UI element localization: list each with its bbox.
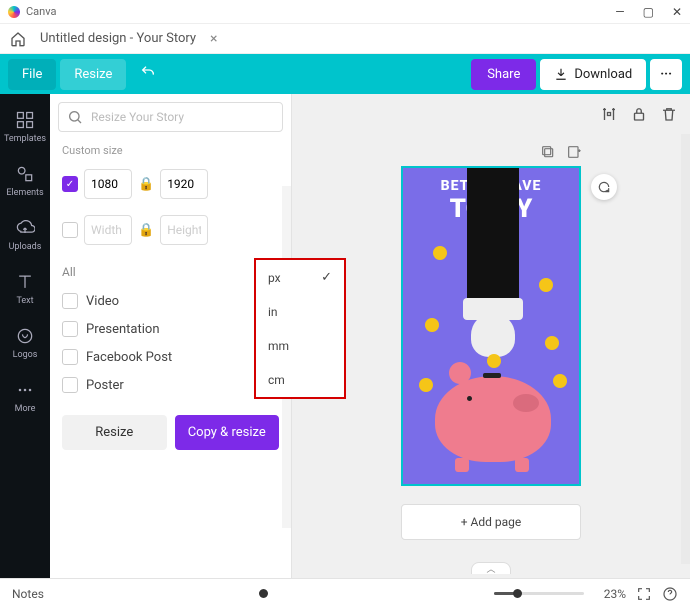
zoom-slider[interactable] bbox=[494, 592, 584, 595]
unit-dropdown[interactable]: px in mm cm bbox=[254, 258, 346, 399]
dimension-checkbox-2[interactable] bbox=[62, 222, 78, 238]
templates-icon bbox=[15, 110, 35, 130]
status-footer: Notes 23% bbox=[0, 578, 690, 608]
resize-menu-button[interactable]: Resize bbox=[60, 59, 126, 90]
unit-option-mm[interactable]: mm bbox=[256, 329, 344, 363]
width-input-1[interactable] bbox=[84, 169, 132, 199]
more-menu-button[interactable]: ··· bbox=[650, 59, 682, 90]
height-input-2[interactable] bbox=[160, 215, 208, 245]
window-titlebar: Canva — ▢ ✕ bbox=[0, 0, 690, 24]
lock-aspect-icon-2[interactable]: 🔒 bbox=[138, 223, 154, 238]
filter-video[interactable]: Video bbox=[62, 287, 279, 315]
artboard-page-1[interactable]: BETTER SAVE TODAY bbox=[401, 166, 581, 486]
add-page-icon[interactable] bbox=[566, 144, 582, 160]
filter-facebook-post[interactable]: Facebook Post bbox=[62, 343, 279, 371]
design-coin bbox=[425, 318, 439, 332]
search-icon bbox=[67, 109, 83, 125]
resize-panel: Custom size ✓ 🔒 🔒 All Video Presentation… bbox=[50, 94, 292, 578]
fullscreen-icon[interactable] bbox=[636, 586, 652, 602]
document-title[interactable]: Untitled design - Your Story bbox=[40, 31, 196, 46]
rail-uploads[interactable]: Uploads bbox=[0, 210, 50, 260]
custom-size-label: Custom size bbox=[50, 140, 291, 161]
window-maximize-button[interactable]: ▢ bbox=[643, 5, 654, 19]
text-icon bbox=[15, 272, 35, 292]
design-coin bbox=[545, 336, 559, 350]
design-coin bbox=[539, 278, 553, 292]
add-page-button[interactable]: + Add page bbox=[401, 504, 581, 540]
resize-search-input[interactable] bbox=[91, 110, 274, 124]
resize-action-button[interactable]: Resize bbox=[62, 415, 167, 450]
pages-tray-toggle[interactable]: ︿ bbox=[471, 562, 511, 574]
zoom-value: 23% bbox=[604, 587, 626, 601]
rail-more[interactable]: More bbox=[0, 372, 50, 422]
window-minimize-button[interactable]: — bbox=[615, 5, 624, 19]
dimension-row-1: ✓ 🔒 bbox=[50, 161, 291, 207]
effects-icon[interactable] bbox=[600, 105, 618, 123]
unit-option-px[interactable]: px bbox=[256, 260, 344, 295]
rail-logos[interactable]: Logos bbox=[0, 318, 50, 368]
canvas-scrollbar[interactable] bbox=[681, 134, 690, 564]
dimension-row-2: 🔒 bbox=[50, 207, 291, 253]
unit-option-cm[interactable]: cm bbox=[256, 363, 344, 397]
close-tab-button[interactable]: × bbox=[210, 31, 217, 47]
rail-text[interactable]: Text bbox=[0, 264, 50, 314]
main-toolbar: File Resize Share Download ··· bbox=[0, 54, 690, 94]
resize-search[interactable] bbox=[58, 102, 283, 132]
page-indicator[interactable] bbox=[259, 589, 268, 598]
trash-icon[interactable] bbox=[660, 105, 678, 123]
rail-templates[interactable]: Templates bbox=[0, 102, 50, 152]
height-input-1[interactable] bbox=[160, 169, 208, 199]
side-rail: Templates Elements Uploads Text Logos Mo… bbox=[0, 94, 50, 578]
elements-icon bbox=[15, 164, 35, 184]
app-name: Canva bbox=[26, 5, 56, 18]
refresh-page-button[interactable] bbox=[591, 174, 617, 200]
design-piggy-bank bbox=[435, 376, 551, 462]
design-hand bbox=[471, 313, 515, 357]
unit-option-in[interactable]: in bbox=[256, 295, 344, 329]
design-coin bbox=[553, 374, 567, 388]
home-icon[interactable] bbox=[10, 31, 26, 47]
download-icon bbox=[554, 67, 568, 81]
design-coin bbox=[487, 354, 501, 368]
window-close-button[interactable]: ✕ bbox=[672, 5, 682, 19]
help-icon[interactable] bbox=[662, 586, 678, 602]
lock-icon[interactable] bbox=[630, 105, 648, 123]
document-header: Untitled design - Your Story × bbox=[0, 24, 690, 54]
file-menu-button[interactable]: File bbox=[8, 59, 56, 90]
canvas-stage[interactable]: BETTER SAVE TODAY bbox=[292, 134, 690, 578]
uploads-icon bbox=[15, 218, 35, 238]
filter-poster[interactable]: Poster bbox=[62, 371, 279, 399]
canva-logo-icon bbox=[8, 6, 20, 18]
rail-elements[interactable]: Elements bbox=[0, 156, 50, 206]
canvas-area: BETTER SAVE TODAY bbox=[292, 94, 690, 578]
canvas-top-actions bbox=[292, 94, 690, 134]
filter-all-label: All bbox=[62, 265, 279, 279]
notes-button[interactable]: Notes bbox=[12, 587, 44, 601]
logos-icon bbox=[15, 326, 35, 346]
width-input-2[interactable] bbox=[84, 215, 132, 245]
share-button[interactable]: Share bbox=[471, 59, 536, 90]
design-sleeve bbox=[467, 168, 519, 308]
copy-and-resize-button[interactable]: Copy & resize bbox=[175, 415, 280, 450]
download-label: Download bbox=[574, 67, 632, 82]
more-icon bbox=[15, 380, 35, 400]
design-coin bbox=[433, 246, 447, 260]
filter-presentation[interactable]: Presentation bbox=[62, 315, 279, 343]
lock-aspect-icon[interactable]: 🔒 bbox=[138, 177, 154, 192]
panel-actions: Resize Copy & resize bbox=[50, 403, 291, 462]
undo-button[interactable] bbox=[130, 56, 166, 92]
dimension-checkbox-1[interactable]: ✓ bbox=[62, 176, 78, 192]
download-button[interactable]: Download bbox=[540, 59, 646, 90]
design-coin bbox=[419, 378, 433, 392]
duplicate-page-icon[interactable] bbox=[540, 144, 556, 160]
refresh-icon bbox=[597, 180, 611, 194]
